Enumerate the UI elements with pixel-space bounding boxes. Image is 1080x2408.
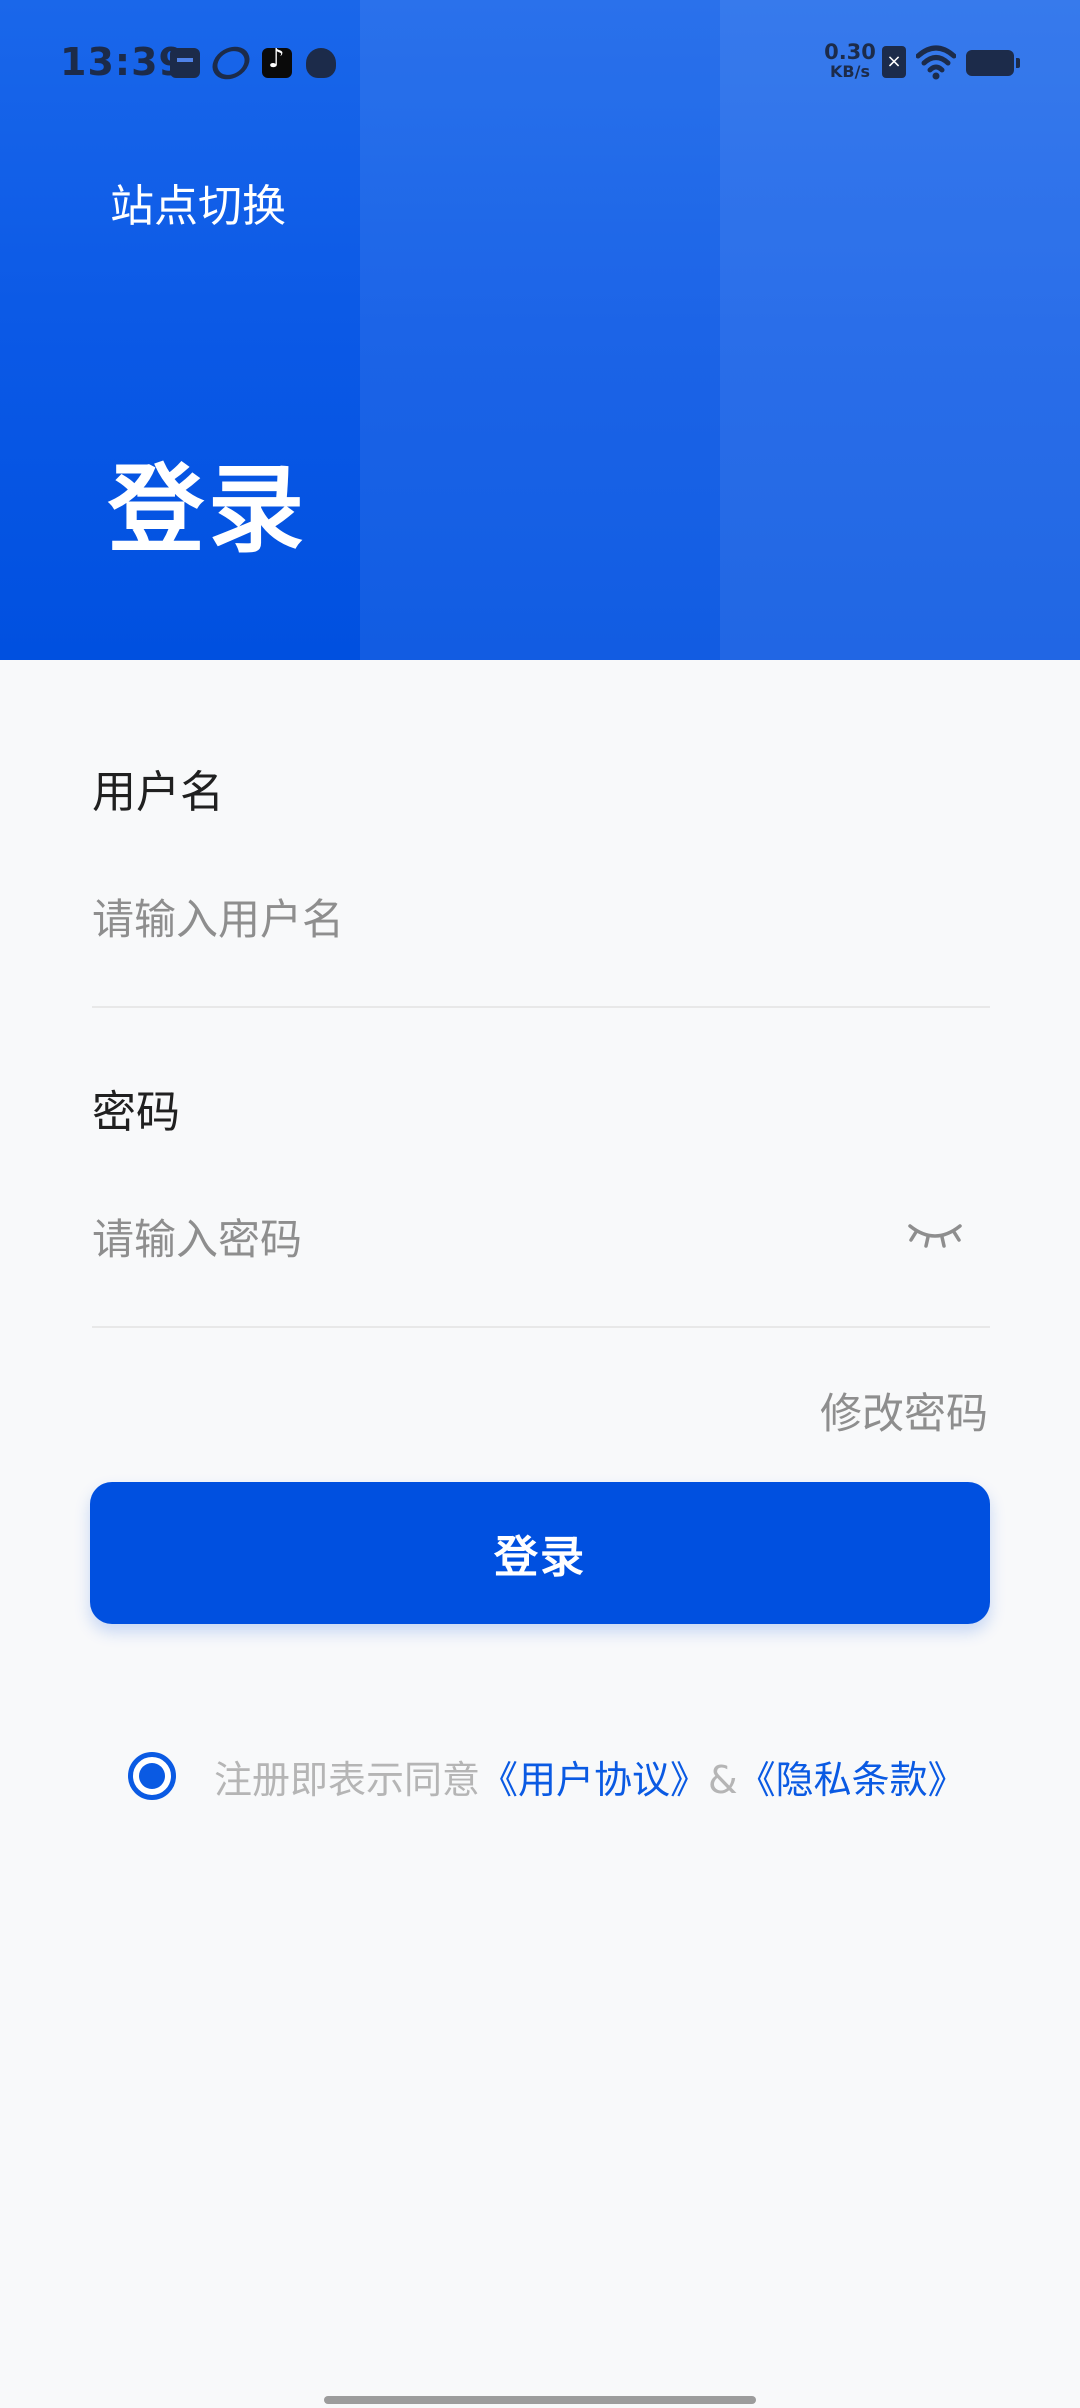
site-switch-button[interactable]: 站点切换 (110, 170, 286, 234)
calendar-app-icon (170, 48, 200, 78)
username-divider (92, 1006, 990, 1008)
page-title: 登录 (108, 454, 308, 566)
login-button[interactable]: 登录 (90, 1482, 990, 1624)
cat-app-icon (306, 48, 336, 78)
status-time: 13:39 (60, 40, 186, 84)
privacy-policy-link[interactable]: 《隐私条款》 (738, 1758, 966, 1802)
username-label: 用户名 (92, 767, 224, 818)
battery-icon (966, 50, 1020, 76)
agreement-text: 注册即表示同意《用户协议》&《隐私条款》 (214, 1749, 966, 1804)
tiktok-app-icon (262, 44, 292, 78)
username-input[interactable] (92, 874, 892, 964)
change-password-link[interactable]: 修改密码 (820, 1380, 988, 1441)
agreement-row: 注册即表示同意《用户协议》&《隐私条款》 (128, 1748, 966, 1804)
agreement-radio[interactable] (128, 1752, 176, 1800)
network-speed: 0.30 KB/s (820, 42, 880, 82)
login-header: 13:39 0.30 KB/s × 站点切换 登录 (0, 0, 1080, 660)
wifi-icon (916, 45, 956, 80)
home-indicator[interactable] (324, 2396, 756, 2404)
status-bar: 13:39 0.30 KB/s × (0, 0, 1080, 130)
network-speed-value: 0.30 (824, 40, 876, 64)
agreement-prefix: 注册即表示同意 (214, 1757, 481, 1802)
network-speed-unit: KB/s (830, 62, 870, 81)
password-divider (92, 1326, 990, 1328)
eye-closed-icon[interactable] (906, 1216, 964, 1250)
user-agreement-link[interactable]: 《用户协议》 (480, 1758, 708, 1802)
planet-app-icon (206, 40, 256, 86)
agreement-separator: & (708, 1757, 738, 1802)
password-input[interactable] (92, 1194, 892, 1284)
sim-off-icon: × (882, 46, 906, 78)
password-label: 密码 (92, 1087, 180, 1138)
